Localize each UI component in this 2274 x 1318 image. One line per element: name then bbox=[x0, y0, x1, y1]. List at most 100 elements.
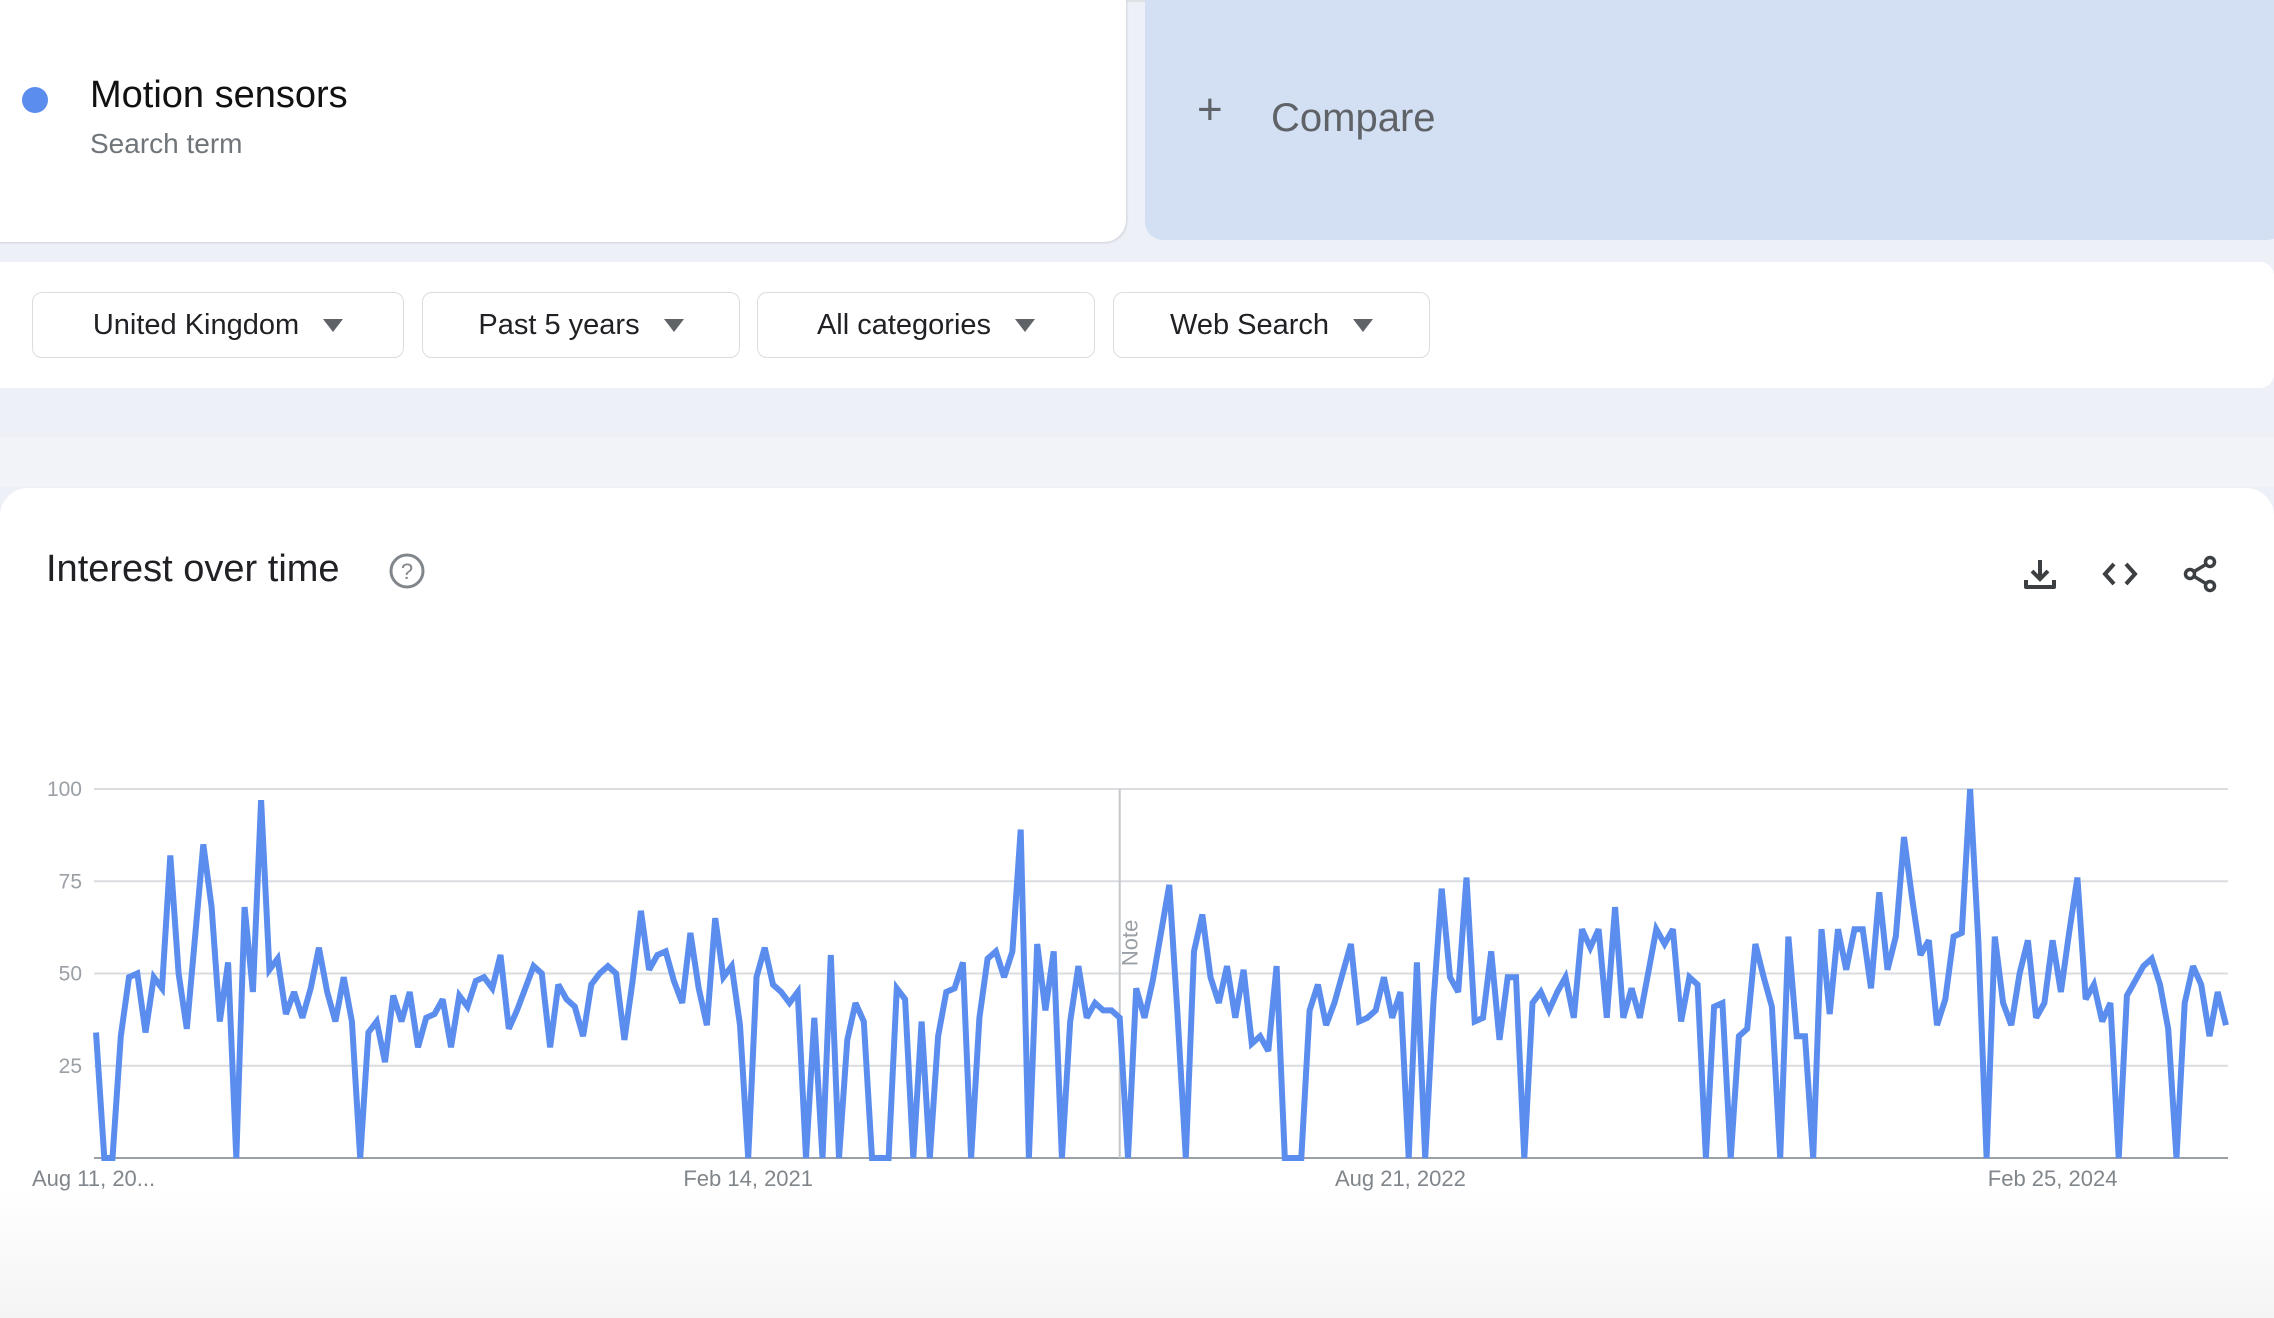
data-point bbox=[2115, 1154, 2123, 1162]
data-point bbox=[852, 999, 860, 1007]
data-point bbox=[1974, 936, 1982, 944]
data-point bbox=[1248, 1040, 1256, 1048]
data-point bbox=[2098, 1017, 2106, 1025]
data-point bbox=[290, 988, 298, 996]
data-point bbox=[455, 992, 463, 1000]
data-point bbox=[430, 1010, 438, 1018]
data-point bbox=[2073, 874, 2081, 882]
data-point bbox=[761, 944, 769, 952]
data-point bbox=[1727, 1154, 1735, 1162]
data-point bbox=[1834, 925, 1842, 933]
data-point bbox=[579, 1032, 587, 1040]
data-point bbox=[1479, 1014, 1487, 1022]
data-point bbox=[100, 1154, 108, 1162]
data-point bbox=[1520, 1154, 1528, 1162]
data-point bbox=[2032, 1014, 2040, 1022]
data-point bbox=[125, 973, 133, 981]
data-point bbox=[2131, 977, 2139, 985]
data-point bbox=[150, 973, 158, 981]
data-point bbox=[546, 1043, 554, 1051]
data-point bbox=[1273, 962, 1281, 970]
data-point bbox=[876, 1154, 884, 1162]
data-point bbox=[1925, 936, 1933, 944]
data-point bbox=[166, 851, 174, 859]
interest-line-chart[interactable]: 25 50 75 100 Note Aug 11, 20... Feb 14, 2021 Au… bbox=[0, 0, 2274, 1318]
data-point bbox=[554, 981, 562, 989]
data-point bbox=[1198, 910, 1206, 918]
data-point bbox=[183, 1025, 191, 1033]
data-point bbox=[2222, 1021, 2230, 1029]
data-point bbox=[1950, 933, 1958, 941]
data-point bbox=[1462, 874, 1470, 882]
data-point bbox=[241, 903, 249, 911]
data-point bbox=[744, 1154, 752, 1162]
data-point bbox=[909, 1154, 917, 1162]
data-point bbox=[1471, 1017, 1479, 1025]
data-point bbox=[1892, 933, 1900, 941]
data-point bbox=[1140, 1014, 1148, 1022]
data-point bbox=[2057, 988, 2065, 996]
data-point bbox=[2214, 988, 2222, 996]
data-point bbox=[109, 1154, 117, 1162]
data-point bbox=[777, 988, 785, 996]
data-point bbox=[1074, 962, 1082, 970]
data-point bbox=[1281, 1154, 1289, 1162]
data-point bbox=[1694, 981, 1702, 989]
data-point bbox=[480, 973, 488, 981]
data-point bbox=[2106, 999, 2114, 1007]
note-marker-label: Note bbox=[1118, 920, 1143, 966]
data-point bbox=[1504, 973, 1512, 981]
data-point bbox=[381, 1058, 389, 1066]
data-point bbox=[1008, 947, 1016, 955]
data-point bbox=[2024, 936, 2032, 944]
data-point bbox=[1826, 1010, 1834, 1018]
data-point bbox=[827, 951, 835, 959]
data-point bbox=[1190, 947, 1198, 955]
data-point bbox=[1050, 947, 1058, 955]
data-point bbox=[1652, 925, 1660, 933]
data-point bbox=[1405, 1154, 1413, 1162]
data-point bbox=[1289, 1154, 1297, 1162]
y-tick-label: 25 bbox=[59, 1055, 82, 1078]
data-point bbox=[307, 984, 315, 992]
data-point bbox=[1991, 933, 1999, 941]
data-point bbox=[1958, 929, 1966, 937]
data-point bbox=[1817, 925, 1825, 933]
data-point bbox=[1702, 1154, 1710, 1162]
data-point bbox=[1487, 947, 1495, 955]
data-point bbox=[2090, 981, 2098, 989]
data-point bbox=[1545, 1006, 1553, 1014]
data-point bbox=[769, 981, 777, 989]
data-point bbox=[1429, 999, 1437, 1007]
data-point bbox=[356, 1154, 364, 1162]
data-point bbox=[835, 1154, 843, 1162]
data-point bbox=[1347, 940, 1355, 948]
data-point bbox=[1776, 1154, 1784, 1162]
data-point bbox=[942, 988, 950, 996]
data-point bbox=[2123, 992, 2131, 1000]
data-point bbox=[860, 1017, 868, 1025]
data-point bbox=[1314, 981, 1322, 989]
data-point bbox=[711, 914, 719, 922]
data-point bbox=[2156, 981, 2164, 989]
data-point bbox=[868, 1154, 876, 1162]
data-point bbox=[282, 1010, 290, 1018]
data-point bbox=[1537, 988, 1545, 996]
data-point bbox=[1124, 1154, 1132, 1162]
data-point bbox=[1066, 1017, 1074, 1025]
data-point bbox=[1751, 940, 1759, 948]
x-tick-label: Feb 14, 2021 bbox=[683, 1166, 813, 1191]
data-point bbox=[1017, 826, 1025, 834]
data-point bbox=[637, 907, 645, 915]
data-point bbox=[1380, 973, 1388, 981]
data-point bbox=[397, 1017, 405, 1025]
data-point bbox=[1718, 999, 1726, 1007]
data-point bbox=[1372, 1006, 1380, 1014]
data-point bbox=[1438, 885, 1446, 893]
data-point bbox=[629, 977, 637, 985]
data-point bbox=[208, 903, 216, 911]
data-point bbox=[1421, 1154, 1429, 1162]
data-point bbox=[802, 1154, 810, 1162]
y-tick-label: 75 bbox=[59, 870, 82, 893]
data-point bbox=[2197, 981, 2205, 989]
